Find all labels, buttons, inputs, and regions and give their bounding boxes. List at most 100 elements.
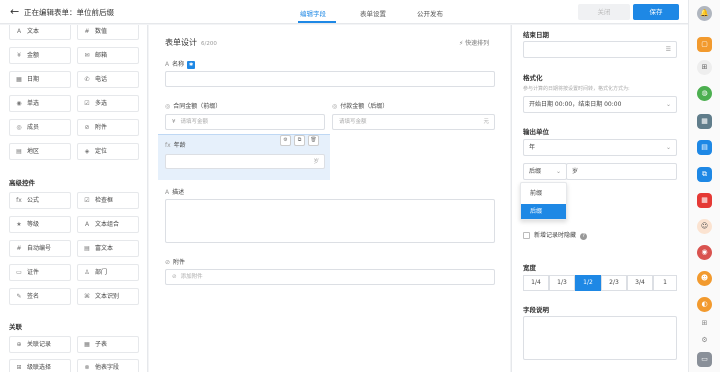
chevron-down-icon: ⌄ bbox=[555, 168, 561, 175]
attachment-upload[interactable]: ⊘ 添加附件 bbox=[165, 269, 495, 285]
chevron-down-icon: ⌄ bbox=[665, 101, 671, 108]
tab-publish[interactable]: 公开发布 bbox=[417, 8, 443, 18]
contract-amount-input[interactable]: ¥ 请填写金额 bbox=[165, 114, 325, 130]
width-option-1-4[interactable]: 1/4 bbox=[523, 275, 549, 291]
number-icon: # bbox=[84, 28, 90, 35]
end-date-select[interactable]: ☰ bbox=[523, 41, 677, 58]
settings-icon[interactable]: ⚙ bbox=[280, 135, 291, 146]
control-palette: A 文本 # 数值 ¥ 金额 ✉ 邮箱 ▦ 日期 ✆ 电话 ◉ 单选 ☑ 多选 ◎ 成员 ⊘ 附件 … bbox=[0, 25, 148, 372]
age-input[interactable]: 岁 bbox=[165, 154, 325, 169]
save-button[interactable]: 保存 bbox=[633, 4, 679, 20]
dropdown-option-suffix[interactable]: 后缀 bbox=[521, 204, 566, 219]
tab-edit-fields[interactable]: 编辑字段 bbox=[300, 8, 326, 18]
notification-bell-icon[interactable]: 🔔 bbox=[697, 6, 712, 21]
palette-item-text-combo[interactable]: A 文本组合 bbox=[77, 216, 139, 233]
app-icon-chat[interactable]: ▤ bbox=[697, 140, 712, 155]
pen-icon: ✎ bbox=[16, 293, 22, 300]
dropdown-option-prefix[interactable]: 前缀 bbox=[521, 186, 566, 201]
app-icon-grid[interactable]: ⊞ bbox=[697, 60, 712, 75]
affix-dropdown-menu: 前缀 后缀 bbox=[520, 182, 567, 220]
palette-item-radio[interactable]: ◉ 单选 bbox=[9, 95, 71, 112]
affix-text-input[interactable]: 岁 bbox=[566, 163, 677, 180]
field-label-paid-amount: ◎ 付款金额（后缀） bbox=[332, 103, 389, 110]
canvas-title: 表单设计 6/200 bbox=[165, 38, 217, 47]
delete-icon[interactable]: 🗑 bbox=[308, 135, 319, 146]
paid-amount-input[interactable]: 请填写金额元 bbox=[332, 114, 495, 130]
member-icon: ◎ bbox=[16, 124, 22, 131]
palette-item-checkbox[interactable]: ☑ 检查框 bbox=[77, 192, 139, 209]
palette-item-subtable[interactable]: ▦ 子表 bbox=[77, 336, 139, 353]
palette-item-date[interactable]: ▦ 日期 bbox=[9, 71, 71, 88]
copy-icon[interactable]: ⧉ bbox=[294, 135, 305, 146]
card-icon[interactable]: ▭ bbox=[697, 352, 712, 367]
palette-item-location[interactable]: ◈ 定位 bbox=[77, 143, 139, 160]
department-icon: ♙ bbox=[84, 269, 90, 276]
other-table-icon: ⊗ bbox=[84, 364, 90, 371]
app-icon-orange[interactable]: ▢ bbox=[697, 37, 712, 52]
app-icon-contacts[interactable]: ◉ bbox=[697, 245, 712, 260]
app-icon-calendar[interactable]: ▦ bbox=[697, 193, 712, 208]
email-icon: ✉ bbox=[84, 52, 90, 59]
palette-item-other-table-field[interactable]: ⊗ 他表字段 bbox=[77, 359, 139, 372]
format-label: 格式化 bbox=[523, 74, 543, 82]
name-input[interactable] bbox=[165, 71, 495, 87]
quick-arrange-button[interactable]: ⚡ 快速排列 bbox=[459, 38, 489, 47]
width-option-1-2[interactable]: 1/2 bbox=[575, 275, 601, 291]
palette-item-multiselect[interactable]: ☑ 多选 bbox=[77, 95, 139, 112]
field-description-textarea[interactable] bbox=[523, 316, 677, 360]
width-option-3-4[interactable]: 3/4 bbox=[627, 275, 653, 291]
palette-item-number[interactable]: # 数值 bbox=[77, 25, 139, 40]
width-option-1-3[interactable]: 1/3 bbox=[549, 275, 575, 291]
top-bar: ← 正在编辑表单：单位前后缀 编辑字段 表单设置 公开发布 关闭 保存 bbox=[0, 0, 688, 24]
close-button[interactable]: 关闭 bbox=[578, 4, 630, 20]
paperclip-icon: ⊘ bbox=[84, 124, 90, 131]
back-arrow-icon[interactable]: ← bbox=[10, 5, 19, 18]
table-icon: ▦ bbox=[84, 341, 90, 348]
field-label-attachment: ⊘ 附件 bbox=[165, 259, 186, 266]
description-textarea[interactable] bbox=[165, 199, 495, 243]
advanced-group-title: 高级控件 bbox=[9, 179, 35, 187]
palette-item-phone[interactable]: ✆ 电话 bbox=[77, 71, 139, 88]
settings-icon[interactable]: ⚙ bbox=[697, 333, 712, 348]
field-label-age: fx 年龄 bbox=[165, 142, 186, 149]
palette-item-linked-record[interactable]: ⊕ 关联记录 bbox=[9, 336, 71, 353]
width-option-full[interactable]: 1 bbox=[653, 275, 677, 291]
relation-group-title: 关联 bbox=[9, 323, 22, 331]
palette-item-member[interactable]: ◎ 成员 bbox=[9, 119, 71, 136]
app-icon-group[interactable]: ☻ bbox=[697, 271, 712, 286]
chevron-down-icon: ⌄ bbox=[665, 144, 671, 151]
palette-item-department[interactable]: ♙ 部门 bbox=[77, 264, 139, 281]
palette-item-cascade[interactable]: ⊞ 级联选择 bbox=[9, 359, 71, 372]
palette-item-id-card[interactable]: ▭ 证件 bbox=[9, 264, 71, 281]
tab-form-settings[interactable]: 表单设置 bbox=[360, 8, 386, 18]
app-icon-green[interactable]: ◍ bbox=[697, 86, 712, 101]
palette-item-rating[interactable]: ★ 等级 bbox=[9, 216, 71, 233]
app-icon-workspace[interactable]: ◐ bbox=[697, 297, 712, 312]
width-label: 宽度 bbox=[523, 264, 536, 272]
hide-on-create-checkbox[interactable]: 新增记录时隐藏? bbox=[523, 230, 588, 240]
palette-item-region[interactable]: ▤ 地区 bbox=[9, 143, 71, 160]
app-icon-gray[interactable]: ▦ bbox=[697, 114, 712, 129]
affix-type-select[interactable]: 后缀 ⌄ bbox=[523, 163, 567, 180]
width-option-2-3[interactable]: 2/3 bbox=[601, 275, 627, 291]
end-date-label: 结束日期 bbox=[523, 31, 549, 39]
paperclip-icon: ⊘ bbox=[172, 274, 177, 280]
palette-item-email[interactable]: ✉ 邮箱 bbox=[77, 47, 139, 64]
palette-item-ocr[interactable]: ⌘ 文本识别 bbox=[77, 288, 139, 305]
palette-item-formula[interactable]: fx 公式 bbox=[9, 192, 71, 209]
region-icon: ▤ bbox=[16, 148, 22, 155]
palette-item-attachment[interactable]: ⊘ 附件 bbox=[77, 119, 139, 136]
format-hint: 参与计算的日期将按设置时间转，格式化方式为: bbox=[523, 86, 630, 92]
app-icon-org[interactable]: ⧉ bbox=[697, 167, 712, 182]
page-title: 正在编辑表单：单位前后缀 bbox=[24, 8, 114, 17]
palette-item-autonumber[interactable]: # 自动编号 bbox=[9, 240, 71, 257]
palette-item-richtext[interactable]: ▤ 富文本 bbox=[77, 240, 139, 257]
palette-item-amount[interactable]: ¥ 金额 bbox=[9, 47, 71, 64]
grid-icon[interactable]: ⊞ bbox=[697, 316, 712, 331]
format-select[interactable]: 开始日期 00:00，结束日期 00:00 ⌄ bbox=[523, 96, 677, 113]
checkbox-icon: ☑ bbox=[84, 197, 90, 204]
palette-item-signature[interactable]: ✎ 签名 bbox=[9, 288, 71, 305]
app-icon-avatar[interactable]: ☺ bbox=[697, 219, 712, 234]
output-unit-select[interactable]: 年 ⌄ bbox=[523, 139, 677, 156]
palette-item-text[interactable]: A 文本 bbox=[9, 25, 71, 40]
